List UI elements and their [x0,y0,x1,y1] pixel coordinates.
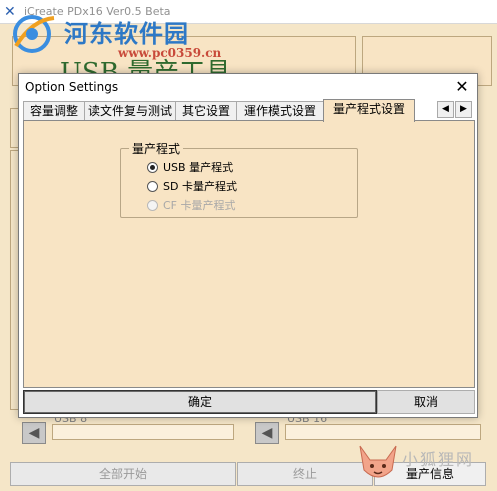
port-progress-bar [52,424,234,440]
radio-checked-icon [147,161,158,173]
option-settings-dialog: Option Settings ✕ 容量调整 读文件复与测试 其它设置 運作模式… [18,73,478,418]
arrow-left-icon[interactable]: ◀ [255,422,279,444]
arrow-left-icon[interactable]: ◀ [22,422,46,444]
dialog-titlebar: Option Settings ✕ [19,74,477,100]
production-program-group: 量产程式 USB 量产程式 SD 卡量产程式 CF 卡量产程式 [120,140,358,218]
watermark-site-name: 河东软件园 [64,19,189,48]
tab-scroll-right-icon[interactable]: ▶ [455,101,472,118]
radio-label: SD 卡量产程式 [163,180,237,193]
radio-label: USB 量产程式 [163,161,234,174]
watermark-url: www.pc0359.cn [118,46,222,60]
corner-watermark-text: 小狐狸网 [402,450,475,469]
start-all-button[interactable]: 全部开始 [10,462,236,486]
corner-watermark: 小狐狸网 [356,440,496,488]
radio-unchecked-icon [147,199,158,211]
tab-capacity-adjust[interactable]: 容量调整 [23,101,85,121]
radio-usb-program[interactable]: USB 量产程式 [147,159,233,175]
tab-content-panel: 量产程式 USB 量产程式 SD 卡量产程式 CF 卡量产程式 [23,120,475,388]
fox-logo-icon [359,445,397,478]
port-progress-bar [285,424,481,440]
tab-production-program[interactable]: 量产程式设置 [323,99,415,122]
ok-button[interactable]: 确定 [23,390,377,414]
tab-other-settings[interactable]: 其它设置 [175,101,237,121]
cancel-button[interactable]: 取消 [377,390,475,414]
stop-button[interactable]: 终止 [237,462,373,486]
radio-sd-program[interactable]: SD 卡量产程式 [147,178,237,194]
port-usb-8: USB 8 ◀ [22,412,242,446]
tab-read-copy-test[interactable]: 读文件复与测试 [84,101,176,121]
tab-scroll-left-icon[interactable]: ◀ [437,101,454,118]
close-icon[interactable]: ✕ [449,75,475,99]
dialog-title: Option Settings [25,80,119,94]
radio-unchecked-icon [147,180,158,192]
tab-bar: 容量调整 读文件复与测试 其它设置 運作模式设置 量产程式设置 ◀ ▶ [23,99,475,122]
group-title: 量产程式 [129,140,184,157]
watermark-logo-icon [13,15,55,53]
tab-operation-mode[interactable]: 運作模式设置 [236,101,324,121]
radio-label: CF 卡量产程式 [163,199,236,212]
radio-cf-program: CF 卡量产程式 [147,197,236,213]
